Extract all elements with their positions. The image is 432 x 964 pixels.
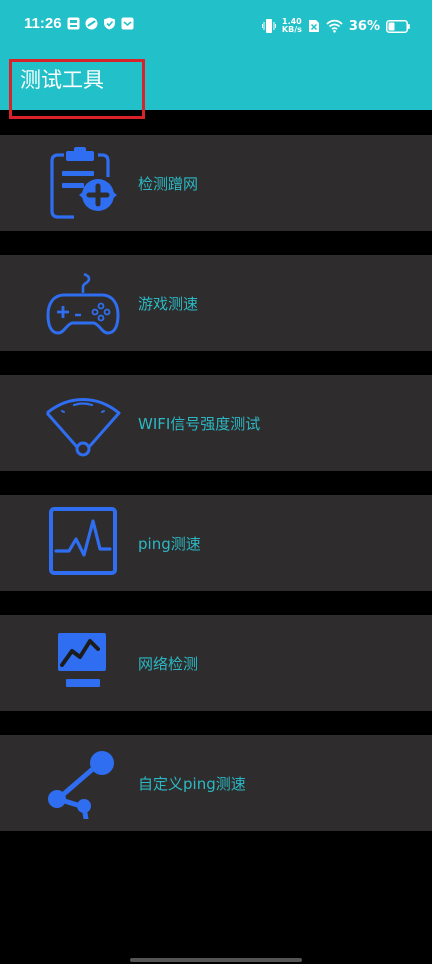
pulse-monitor-icon: [49, 507, 117, 575]
clipboard-add-icon: [50, 147, 117, 219]
menu-item-label: ping测速: [138, 535, 201, 553]
home-indicator[interactable]: [130, 958, 302, 962]
status-right-group: 1.40 KB/s 36%: [261, 15, 410, 37]
share-nodes-icon: [48, 751, 114, 819]
title-highlight-box: [9, 59, 145, 119]
menu-item-label: 网络检测: [138, 655, 199, 673]
gamepad-icon: [46, 272, 120, 335]
monitor-chart-icon: [58, 633, 106, 687]
sync-icon: [85, 17, 98, 30]
no-sim-icon: [308, 20, 319, 32]
menu-item-label: 游戏测速: [138, 295, 199, 313]
status-time: 11:26: [24, 15, 62, 32]
gallery-icon: [67, 17, 80, 30]
net-speed: 1.40 KB/s: [282, 18, 302, 34]
battery-icon: [386, 19, 410, 33]
wifi-icon: [326, 19, 343, 33]
menu-item-ping-speed[interactable]: ping测速: [0, 495, 432, 591]
menu-item-label: WIFI信号强度测试: [138, 415, 261, 433]
battery-percent: 36%: [348, 18, 380, 34]
menu-item-custom-ping[interactable]: 自定义ping测速: [0, 735, 432, 831]
vibrate-icon: [261, 19, 276, 33]
message-icon: [121, 17, 134, 30]
menu-item-label: 检测蹭网: [138, 175, 199, 193]
status-bar: 11:26 1.40 KB/s 36%: [0, 0, 432, 52]
menu-item-label: 自定义ping测速: [138, 775, 246, 793]
menu-item-detect-freeloader[interactable]: 检测蹭网: [0, 135, 432, 231]
wifi-signal-icon: [45, 398, 121, 457]
net-speed-unit: KB/s: [281, 25, 302, 34]
menu-item-wifi-strength[interactable]: WIFI信号强度测试: [0, 375, 432, 471]
shield-icon: [104, 17, 115, 30]
menu-item-network-check[interactable]: 网络检测: [0, 615, 432, 711]
menu-item-game-speed[interactable]: 游戏测速: [0, 255, 432, 351]
